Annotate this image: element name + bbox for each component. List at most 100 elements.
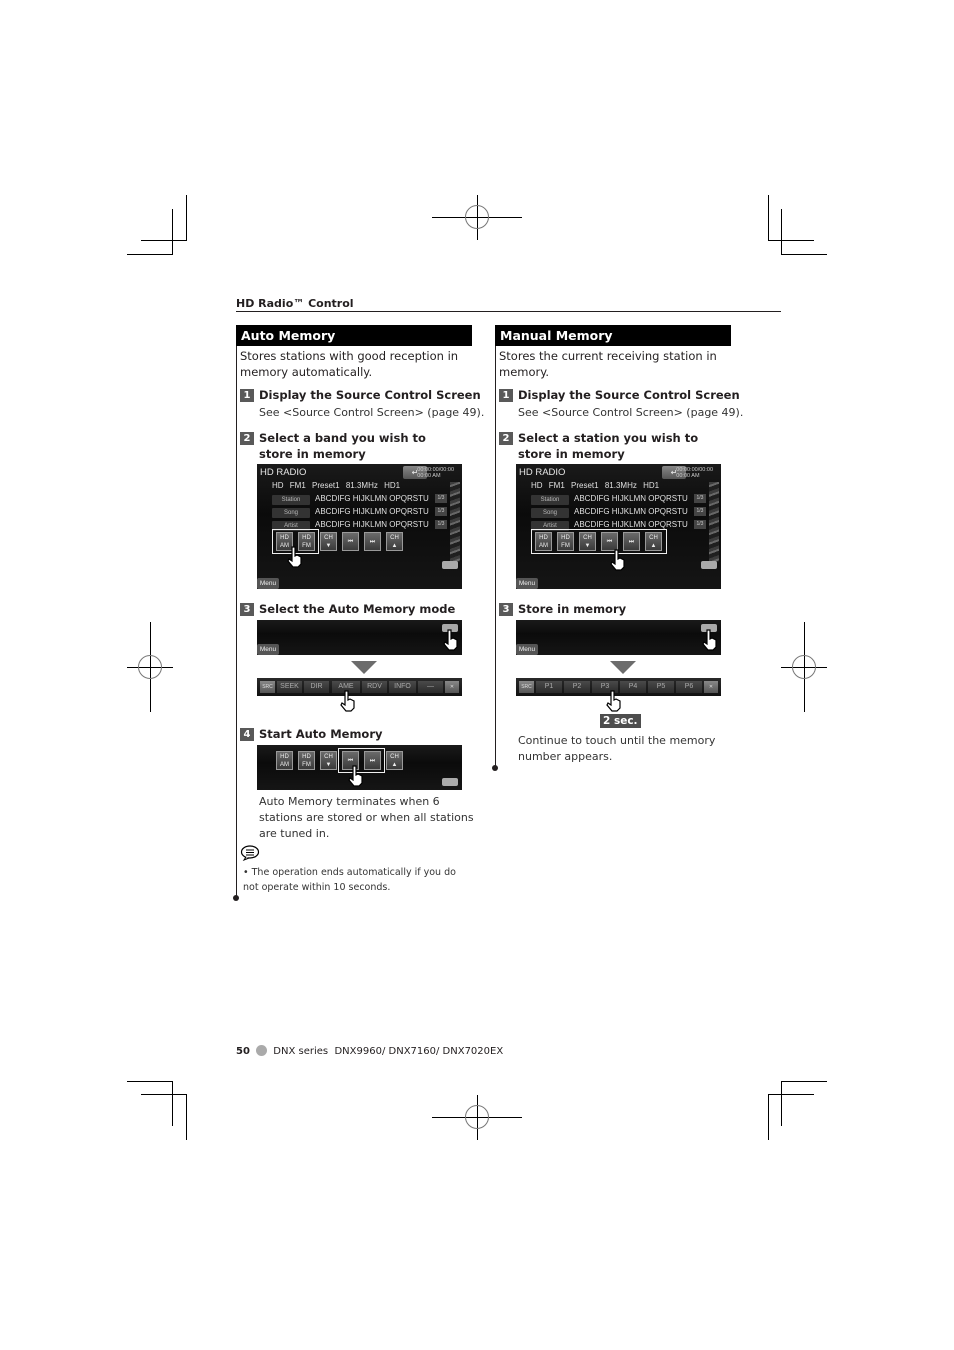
- preset-p4-button[interactable]: P4: [620, 681, 646, 693]
- auto-start-screen: HD AM HD FM CH ▼ ⏮ ⏭ CH ▲: [257, 745, 462, 790]
- screen-clock: 00:00:00/00:00 00:00 AM: [417, 467, 454, 479]
- step-number: 2: [240, 432, 254, 445]
- preset-bar-left-cap[interactable]: SRC: [519, 681, 534, 693]
- series-name: DNX series: [273, 1046, 329, 1057]
- function-seek-button[interactable]: SEEK: [277, 681, 302, 693]
- model-list: DNX9960/ DNX7160/ DNX7020EX: [334, 1046, 504, 1057]
- preset-p1-button[interactable]: P1: [536, 681, 562, 693]
- hd-fm-button[interactable]: HD FM: [298, 751, 315, 770]
- function-info-button[interactable]: INFO: [389, 681, 416, 693]
- manual-step-3-detail: Continue to touch until the memory numbe…: [518, 734, 716, 763]
- page-footer: 50 DNX series DNX9960/ DNX7160/ DNX7020E…: [236, 1045, 503, 1057]
- step-title: Select a band you wish to store in memor…: [259, 431, 426, 461]
- ch-down-button[interactable]: CH ▼: [320, 751, 337, 770]
- keyboard-icon[interactable]: [701, 561, 717, 569]
- manual-memory-intro: Stores the current receiving station in …: [499, 349, 717, 379]
- manual-menu-strip: Menu: [516, 620, 721, 655]
- info-row-station: Station ABCDIFG HIJKLMN OPQRSTU 1/3: [272, 494, 447, 505]
- pointing-hand-icon: [287, 546, 303, 568]
- step-title: Start Auto Memory: [259, 727, 383, 741]
- seek-forward-button[interactable]: ⏭: [364, 532, 381, 551]
- ch-up-button[interactable]: CH ▲: [386, 532, 403, 551]
- pointing-hand-icon: [610, 549, 626, 571]
- preset-p5-button[interactable]: P5: [648, 681, 674, 693]
- note-text: The operation ends automatically if you …: [243, 867, 456, 893]
- step-number: 1: [240, 389, 254, 402]
- screen-status-line: HD FM1 Preset1 81.3MHz HD1: [272, 481, 401, 490]
- hd-am-button[interactable]: HD AM: [276, 751, 293, 770]
- menu-button[interactable]: Menu: [516, 578, 538, 589]
- menu-button[interactable]: Menu: [257, 578, 279, 589]
- step-title: Select the Auto Memory mode: [259, 602, 456, 616]
- menu-button[interactable]: Menu: [257, 644, 279, 655]
- auto-menu-strip: Menu: [257, 620, 462, 655]
- seek-back-button[interactable]: ⏮: [342, 532, 359, 551]
- pointing-hand-icon: [340, 690, 356, 712]
- info-row-song: Song ABCDIFG HIJKLMN OPQRSTU 1/3: [272, 507, 447, 518]
- keyboard-icon[interactable]: [442, 778, 458, 786]
- section-header: HD Radio™ Control: [236, 297, 354, 310]
- hold-duration-badge: 2 sec.: [600, 714, 641, 728]
- step-title: Display the Source Control Screen: [518, 388, 740, 402]
- info-row-song: Song ABCDIFG HIJKLMN OPQRSTU 1/3: [531, 507, 706, 518]
- left-column-end-dot: [233, 895, 239, 901]
- ch-down-button[interactable]: CH ▼: [320, 532, 337, 551]
- manual-step-1-detail: See <Source Control Screen> (page 49).: [518, 406, 744, 419]
- auto-memory-note: • The operation ends automatically if yo…: [243, 865, 468, 895]
- auto-step-4: 4 Start Auto Memory: [240, 726, 383, 742]
- auto-function-bar: SRC SEEK DIR AME RDV INFO — ✕: [257, 678, 462, 696]
- screen-clock: 00:00:00/00:00 00:00 AM: [676, 467, 713, 479]
- auto-step-4-detail: Auto Memory terminates when 6 stations a…: [259, 795, 474, 840]
- auto-step-2: 2 Select a band you wish to store in memo…: [240, 430, 459, 462]
- manual-source-screen: HD RADIO ↵ 00:00:00/00:00 00:00 AM HD FM1…: [516, 464, 721, 589]
- preset-p6-button[interactable]: P6: [676, 681, 702, 693]
- manual-step-2: 2 Select a station you wish to store in m…: [499, 430, 723, 462]
- preset-bar-right-cap[interactable]: ✕: [704, 681, 718, 693]
- footer-dot-icon: [256, 1045, 268, 1056]
- keyboard-icon[interactable]: [442, 561, 458, 569]
- pointing-hand-icon: [348, 765, 364, 787]
- step-number: 3: [499, 603, 513, 616]
- function-blank-button[interactable]: —: [418, 681, 443, 693]
- auto-source-screen: HD RADIO ↵ 00:00:00/00:00 00:00 AM HD FM1…: [257, 464, 462, 589]
- step-number: 4: [240, 728, 254, 741]
- manual-step-3: 3 Store in memory: [499, 601, 626, 617]
- bullet: •: [243, 867, 252, 878]
- page-number: 50: [236, 1046, 250, 1057]
- highlight-all-buttons: [531, 529, 667, 554]
- function-bar-left-cap[interactable]: SRC: [260, 681, 275, 693]
- ch-up-button[interactable]: CH ▲: [386, 751, 403, 770]
- auto-step-1-detail: See <Source Control Screen> (page 49).: [259, 406, 485, 419]
- screen-status-line: HD FM1 Preset1 81.3MHz HD1: [531, 481, 660, 490]
- memo-note-icon: [240, 845, 260, 862]
- auto-memory-heading: Auto Memory: [236, 325, 472, 346]
- function-bar-right-cap[interactable]: ✕: [445, 681, 459, 693]
- screen-title: HD RADIO: [519, 467, 566, 478]
- pointing-hand-icon: [702, 629, 718, 651]
- pointing-hand-icon: [443, 629, 459, 651]
- right-column-end-dot: [492, 765, 498, 771]
- auto-memory-intro: Stores stations with good reception in m…: [240, 349, 459, 379]
- step-title: Display the Source Control Screen: [259, 388, 481, 402]
- pointing-hand-icon: [606, 690, 622, 712]
- info-row-station: Station ABCDIFG HIJKLMN OPQRSTU 1/3: [531, 494, 706, 505]
- arrow-down-icon: [351, 661, 377, 674]
- preset-p2-button[interactable]: P2: [564, 681, 590, 693]
- function-dir-button[interactable]: DIR: [304, 681, 329, 693]
- left-column-rule: [236, 345, 237, 898]
- manual-memory-heading: Manual Memory: [495, 325, 731, 346]
- step-number: 2: [499, 432, 513, 445]
- screen-title: HD RADIO: [260, 467, 307, 478]
- auto-step-3: 3 Select the Auto Memory mode: [240, 601, 455, 617]
- auto-step-1: 1 Display the Source Control Screen: [240, 387, 481, 403]
- manual-step-1: 1 Display the Source Control Screen: [499, 387, 740, 403]
- arrow-down-icon: [610, 661, 636, 674]
- right-column-rule: [495, 345, 496, 767]
- step-title: Select a station you wish to store in me…: [518, 431, 699, 461]
- side-scroll-decoration: [709, 482, 719, 562]
- menu-button[interactable]: Menu: [516, 644, 538, 655]
- step-number: 1: [499, 389, 513, 402]
- step-number: 3: [240, 603, 254, 616]
- header-rule: [236, 311, 781, 312]
- function-rdv-button[interactable]: RDV: [362, 681, 387, 693]
